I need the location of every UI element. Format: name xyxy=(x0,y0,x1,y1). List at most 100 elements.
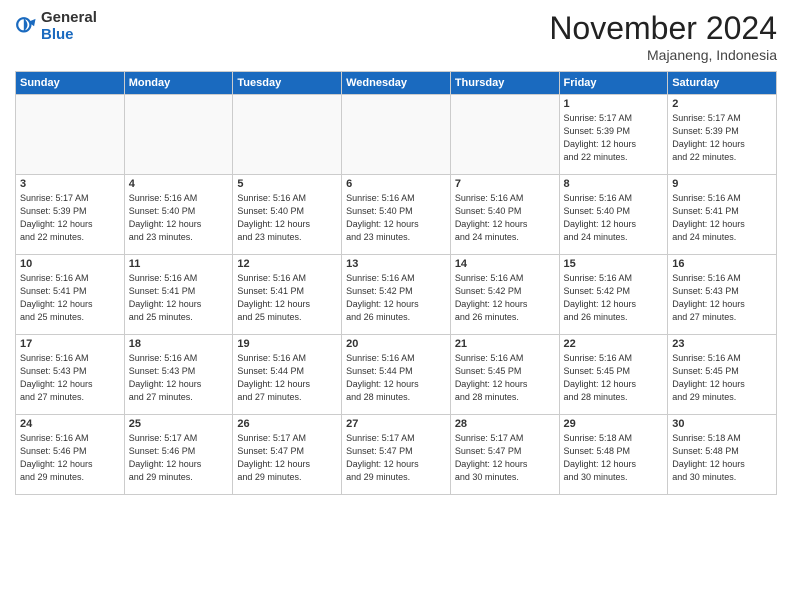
calendar-cell xyxy=(233,95,342,175)
calendar-cell: 13 Sunrise: 5:16 AMSunset: 5:42 PMDayligh… xyxy=(342,255,451,335)
header: General Blue November 2024 Majaneng, Ind… xyxy=(15,10,777,63)
calendar-cell: 22 Sunrise: 5:16 AMSunset: 5:45 PMDayligh… xyxy=(559,335,668,415)
logo-blue: Blue xyxy=(41,27,97,44)
location: Majaneng, Indonesia xyxy=(549,47,777,63)
calendar-cell: 23Sunrise: 5:16 AMSunset: 5:45 PMDayligh… xyxy=(668,335,777,415)
day-info: Sunrise: 5:18 AMSunset: 5:48 PMDaylight:… xyxy=(672,432,772,484)
day-info: Sunrise: 5:17 AMSunset: 5:47 PMDaylight:… xyxy=(455,432,555,484)
logo-icon xyxy=(15,16,37,38)
calendar-cell xyxy=(124,95,233,175)
day-number: 18 xyxy=(129,338,229,350)
day-info: Sunrise: 5:16 AMSunset: 5:40 PMDaylight:… xyxy=(455,192,555,244)
calendar-cell: 1 Sunrise: 5:17 AMSunset: 5:39 PMDaylight… xyxy=(559,95,668,175)
calendar-cell: 28 Sunrise: 5:17 AMSunset: 5:47 PMDayligh… xyxy=(450,415,559,495)
day-info: Sunrise: 5:16 AMSunset: 5:45 PMDaylight:… xyxy=(455,352,555,404)
day-number: 19 xyxy=(237,338,337,350)
weekday-header-thursday: Thursday xyxy=(450,72,559,95)
day-info: Sunrise: 5:16 AMSunset: 5:42 PMDaylight:… xyxy=(346,272,446,324)
day-info: Sunrise: 5:17 AMSunset: 5:46 PMDaylight:… xyxy=(129,432,229,484)
day-info: Sunrise: 5:16 AMSunset: 5:40 PMDaylight:… xyxy=(564,192,664,244)
day-number: 10 xyxy=(20,258,120,270)
day-info: Sunrise: 5:17 AMSunset: 5:39 PMDaylight:… xyxy=(564,112,664,164)
calendar-cell: 16Sunrise: 5:16 AMSunset: 5:43 PMDayligh… xyxy=(668,255,777,335)
day-info: Sunrise: 5:16 AMSunset: 5:42 PMDaylight:… xyxy=(564,272,664,324)
calendar-cell: 6 Sunrise: 5:16 AMSunset: 5:40 PMDaylight… xyxy=(342,175,451,255)
calendar-cell: 17 Sunrise: 5:16 AMSunset: 5:43 PMDayligh… xyxy=(16,335,125,415)
title-block: November 2024 Majaneng, Indonesia xyxy=(549,10,777,63)
day-info: Sunrise: 5:16 AMSunset: 5:41 PMDaylight:… xyxy=(129,272,229,324)
calendar-cell xyxy=(16,95,125,175)
weekday-header-saturday: Saturday xyxy=(668,72,777,95)
calendar-cell: 9 Sunrise: 5:16 AMSunset: 5:41 PMDaylight… xyxy=(668,175,777,255)
day-number: 30 xyxy=(672,418,772,430)
day-info: Sunrise: 5:16 AMSunset: 5:41 PMDaylight:… xyxy=(20,272,120,324)
calendar-cell: 3 Sunrise: 5:17 AMSunset: 5:39 PMDaylight… xyxy=(16,175,125,255)
calendar-week-3: 10 Sunrise: 5:16 AMSunset: 5:41 PMDayligh… xyxy=(16,255,777,335)
calendar-cell xyxy=(450,95,559,175)
day-number: 9 xyxy=(672,178,772,190)
day-number: 17 xyxy=(20,338,120,350)
day-info: Sunrise: 5:17 AMSunset: 5:47 PMDaylight:… xyxy=(237,432,337,484)
day-number: 7 xyxy=(455,178,555,190)
calendar-cell: 26 Sunrise: 5:17 AMSunset: 5:47 PMDayligh… xyxy=(233,415,342,495)
calendar-cell: 27Sunrise: 5:17 AMSunset: 5:47 PMDayligh… xyxy=(342,415,451,495)
calendar-cell: 18 Sunrise: 5:16 AMSunset: 5:43 PMDayligh… xyxy=(124,335,233,415)
calendar-header-row: SundayMondayTuesdayWednesdayThursdayFrid… xyxy=(16,72,777,95)
calendar-cell xyxy=(342,95,451,175)
day-number: 3 xyxy=(20,178,120,190)
day-info: Sunrise: 5:16 AMSunset: 5:45 PMDaylight:… xyxy=(564,352,664,404)
day-number: 21 xyxy=(455,338,555,350)
calendar-week-5: 24Sunrise: 5:16 AMSunset: 5:46 PMDayligh… xyxy=(16,415,777,495)
day-number: 12 xyxy=(237,258,337,270)
calendar-cell: 2 Sunrise: 5:17 AMSunset: 5:39 PMDaylight… xyxy=(668,95,777,175)
day-number: 6 xyxy=(346,178,446,190)
calendar-cell: 25Sunrise: 5:17 AMSunset: 5:46 PMDayligh… xyxy=(124,415,233,495)
day-number: 13 xyxy=(346,258,446,270)
day-number: 23 xyxy=(672,338,772,350)
day-number: 1 xyxy=(564,98,664,110)
calendar-cell: 20 Sunrise: 5:16 AMSunset: 5:44 PMDayligh… xyxy=(342,335,451,415)
calendar-cell: 14 Sunrise: 5:16 AMSunset: 5:42 PMDayligh… xyxy=(450,255,559,335)
logo-text: General Blue xyxy=(41,10,97,43)
calendar-week-2: 3 Sunrise: 5:17 AMSunset: 5:39 PMDaylight… xyxy=(16,175,777,255)
day-info: Sunrise: 5:17 AMSunset: 5:39 PMDaylight:… xyxy=(20,192,120,244)
day-number: 22 xyxy=(564,338,664,350)
day-info: Sunrise: 5:17 AMSunset: 5:39 PMDaylight:… xyxy=(672,112,772,164)
day-info: Sunrise: 5:16 AMSunset: 5:40 PMDaylight:… xyxy=(129,192,229,244)
day-number: 26 xyxy=(237,418,337,430)
calendar-cell: 19Sunrise: 5:16 AMSunset: 5:44 PMDayligh… xyxy=(233,335,342,415)
calendar-cell: 12 Sunrise: 5:16 AMSunset: 5:41 PMDayligh… xyxy=(233,255,342,335)
day-info: Sunrise: 5:16 AMSunset: 5:41 PMDaylight:… xyxy=(672,192,772,244)
logo: General Blue xyxy=(15,10,97,43)
weekday-header-sunday: Sunday xyxy=(16,72,125,95)
day-number: 20 xyxy=(346,338,446,350)
day-number: 5 xyxy=(237,178,337,190)
day-number: 16 xyxy=(672,258,772,270)
day-number: 27 xyxy=(346,418,446,430)
day-number: 11 xyxy=(129,258,229,270)
day-info: Sunrise: 5:16 AMSunset: 5:40 PMDaylight:… xyxy=(237,192,337,244)
day-info: Sunrise: 5:16 AMSunset: 5:43 PMDaylight:… xyxy=(20,352,120,404)
calendar-cell: 30 Sunrise: 5:18 AMSunset: 5:48 PMDayligh… xyxy=(668,415,777,495)
day-info: Sunrise: 5:16 AMSunset: 5:41 PMDaylight:… xyxy=(237,272,337,324)
day-number: 24 xyxy=(20,418,120,430)
day-info: Sunrise: 5:16 AMSunset: 5:42 PMDaylight:… xyxy=(455,272,555,324)
day-info: Sunrise: 5:16 AMSunset: 5:40 PMDaylight:… xyxy=(346,192,446,244)
day-info: Sunrise: 5:16 AMSunset: 5:44 PMDaylight:… xyxy=(346,352,446,404)
day-info: Sunrise: 5:16 AMSunset: 5:43 PMDaylight:… xyxy=(129,352,229,404)
day-number: 14 xyxy=(455,258,555,270)
month-title: November 2024 xyxy=(549,10,777,47)
calendar-week-1: 1 Sunrise: 5:17 AMSunset: 5:39 PMDaylight… xyxy=(16,95,777,175)
calendar-cell: 5 Sunrise: 5:16 AMSunset: 5:40 PMDaylight… xyxy=(233,175,342,255)
calendar: SundayMondayTuesdayWednesdayThursdayFrid… xyxy=(15,71,777,495)
logo-general: General xyxy=(41,10,97,27)
day-number: 29 xyxy=(564,418,664,430)
day-number: 28 xyxy=(455,418,555,430)
calendar-cell: 24Sunrise: 5:16 AMSunset: 5:46 PMDayligh… xyxy=(16,415,125,495)
day-number: 2 xyxy=(672,98,772,110)
weekday-header-monday: Monday xyxy=(124,72,233,95)
day-number: 4 xyxy=(129,178,229,190)
calendar-cell: 10 Sunrise: 5:16 AMSunset: 5:41 PMDayligh… xyxy=(16,255,125,335)
calendar-cell: 21 Sunrise: 5:16 AMSunset: 5:45 PMDayligh… xyxy=(450,335,559,415)
calendar-week-4: 17 Sunrise: 5:16 AMSunset: 5:43 PMDayligh… xyxy=(16,335,777,415)
